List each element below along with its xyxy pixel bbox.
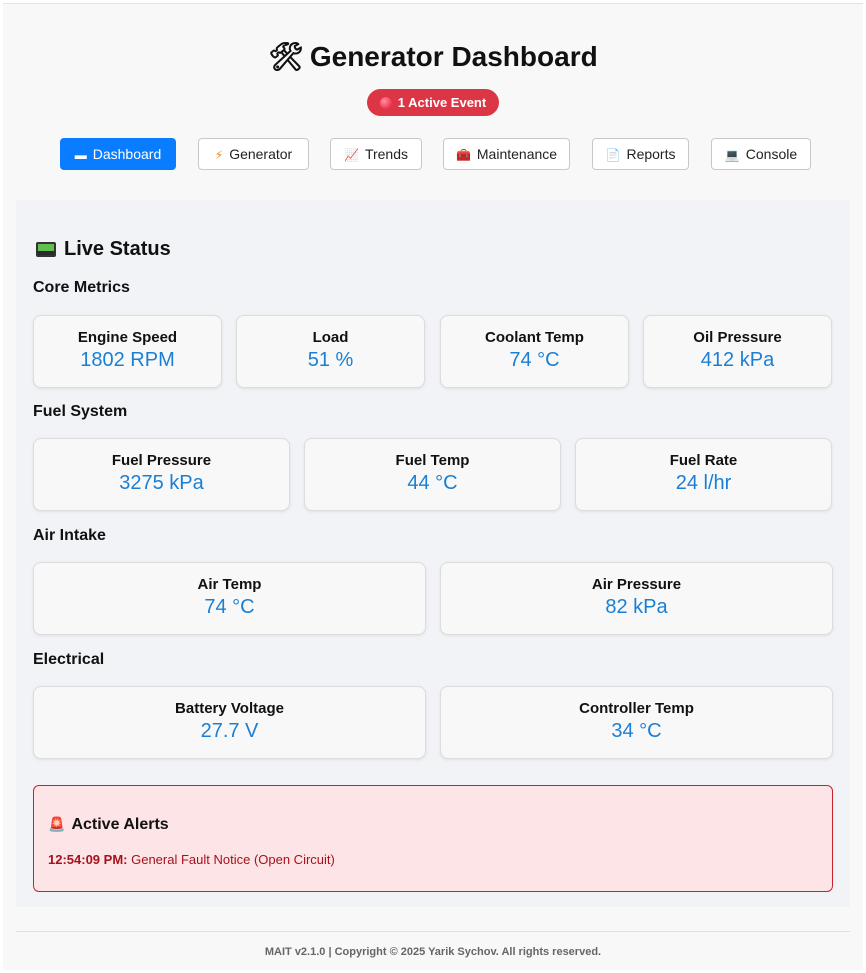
metric-value: 82 kPa	[605, 596, 668, 618]
metric-value: 44 °C	[407, 472, 458, 494]
nav-dashboard-button[interactable]: ▬ Dashboard	[60, 138, 176, 170]
computer-icon: 💻	[724, 148, 740, 162]
active-alerts-title: 🚨 Active Alerts	[48, 816, 169, 833]
metric-value: 34 °C	[611, 720, 662, 742]
alert-item: 12:54:09 PM: General Fault Notice (Open …	[48, 852, 335, 867]
metric-label: Air Pressure	[591, 576, 682, 593]
metric-card-air-temp: Air Temp 74 °C	[33, 562, 426, 635]
metric-label: Load	[312, 329, 349, 346]
metric-label: Engine Speed	[77, 329, 178, 346]
metric-card-oil-pressure: Oil Pressure 412 kPa	[643, 315, 832, 388]
monitor-icon	[36, 242, 56, 257]
metric-card-fuel-rate: Fuel Rate 24 l/hr	[575, 438, 832, 511]
metric-value: 1802 RPM	[80, 349, 175, 371]
metric-card-air-pressure: Air Pressure 82 kPa	[440, 562, 833, 635]
section-title-electrical: Electrical	[33, 651, 105, 668]
metric-label: Oil Pressure	[693, 329, 782, 346]
metric-card-fuel-temp: Fuel Temp 44 °C	[304, 438, 561, 511]
nav-trends-button[interactable]: 📈 Trends	[330, 138, 422, 170]
document-icon: 📄	[605, 148, 621, 162]
chart-icon: 📈	[343, 148, 359, 162]
metric-label: Battery Voltage	[175, 700, 284, 717]
metric-label: Fuel Pressure	[111, 452, 212, 469]
section-title-core-metrics: Core Metrics	[33, 279, 130, 296]
metric-value: 74 °C	[204, 596, 255, 618]
footer-divider	[16, 931, 850, 932]
metric-card-controller-temp: Controller Temp 34 °C	[440, 686, 833, 759]
metric-label: Fuel Rate	[669, 452, 738, 469]
metric-label: Fuel Temp	[395, 452, 470, 469]
metric-card-battery-voltage: Battery Voltage 27.7 V	[33, 686, 426, 759]
nav-console-button[interactable]: 💻 Console	[711, 138, 811, 170]
lightning-icon: ⚡	[214, 148, 224, 162]
metric-card-coolant-temp: Coolant Temp 74 °C	[440, 315, 629, 388]
metric-value: 3275 kPa	[119, 472, 204, 494]
nav-maintenance-button[interactable]: 🧰 Maintenance	[443, 138, 570, 170]
nav-generator-button[interactable]: ⚡ Generator	[198, 138, 309, 170]
metric-card-fuel-pressure: Fuel Pressure 3275 kPa	[33, 438, 290, 511]
siren-icon: 🚨	[48, 816, 66, 832]
metric-value: 51 %	[307, 349, 354, 371]
metric-label: Air Temp	[197, 576, 262, 593]
alert-time: 12:54:09 PM:	[48, 852, 128, 867]
metric-value: 27.7 V	[200, 720, 259, 742]
monitor-icon: ▬	[74, 148, 87, 162]
live-status-panel: Live Status Core Metrics Engine Speed 18…	[16, 200, 850, 907]
app-frame: 🛠 Generator Dashboard 1 Active Event ▬ Das…	[3, 3, 863, 970]
footer-copyright: MAIT v2.1.0 | Copyright © 2025 Yarik Syc…	[264, 946, 602, 958]
active-alerts-box: 🚨 Active Alerts 12:54:09 PM: General Faul…	[33, 785, 833, 892]
metric-value: 74 °C	[509, 349, 560, 371]
live-status-title: Live Status	[36, 238, 171, 261]
metric-value: 412 kPa	[700, 349, 775, 371]
section-title-air-intake: Air Intake	[33, 527, 106, 544]
metric-card-engine-speed: Engine Speed 1802 RPM	[33, 315, 222, 388]
alert-message: General Fault Notice (Open Circuit)	[131, 852, 335, 867]
page-title: 🛠 Generator Dashboard	[268, 41, 598, 72]
nav-reports-button[interactable]: 📄 Reports	[592, 138, 689, 170]
active-event-badge[interactable]: 1 Active Event	[367, 89, 499, 116]
metric-card-load: Load 51 %	[236, 315, 425, 388]
red-circle-icon	[379, 97, 392, 109]
hammer-and-wrench-icon: 🛠	[268, 41, 304, 72]
metric-value: 24 l/hr	[675, 472, 732, 494]
metric-label: Coolant Temp	[485, 329, 584, 346]
section-title-fuel-system: Fuel System	[33, 403, 128, 420]
metric-label: Controller Temp	[579, 700, 694, 717]
toolbox-icon: 🧰	[455, 148, 471, 162]
